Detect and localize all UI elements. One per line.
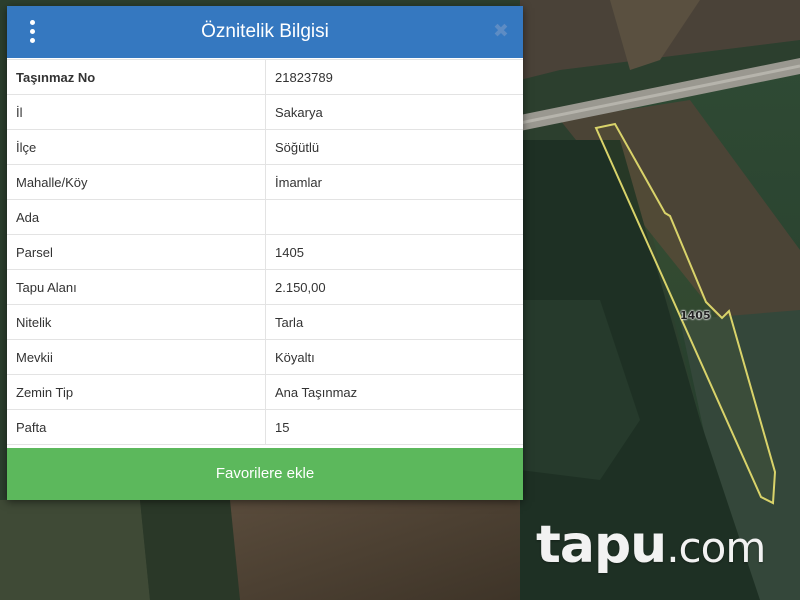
attribute-key: Taşınmaz No — [7, 59, 266, 95]
attribute-key: İlçe — [7, 129, 266, 165]
attribute-value: 21823789 — [265, 59, 523, 95]
attribute-key: Mahalle/Köy — [7, 164, 266, 200]
attribute-value: Köyaltı — [265, 339, 523, 375]
attribute-key: Nitelik — [7, 304, 266, 340]
attribute-value: 1405 — [265, 234, 523, 270]
attribute-key: Zemin Tip — [7, 374, 266, 410]
attribute-key: Tapu Alanı — [7, 269, 266, 305]
attribute-row: Tapu Alanı 2.150,00 — [7, 269, 523, 305]
close-icon[interactable]: ✖ — [491, 20, 511, 44]
attribute-row: İl Sakarya — [7, 94, 523, 130]
attribute-row: Nitelik Tarla — [7, 304, 523, 340]
attribute-key: Pafta — [7, 409, 266, 445]
attribute-row: Taşınmaz No 21823789 — [7, 59, 523, 95]
attribute-row: Mevkii Köyaltı — [7, 339, 523, 375]
attribute-row: Zemin Tip Ana Taşınmaz — [7, 374, 523, 410]
attribute-value: Sakarya — [265, 94, 523, 130]
panel-header: Öznitelik Bilgisi ✖ — [7, 6, 523, 58]
attribute-value: Tarla — [265, 304, 523, 340]
parcel-number-label: 1405 — [680, 309, 711, 322]
attribute-key: Ada — [7, 199, 266, 235]
attribute-value: 2.150,00 — [265, 269, 523, 305]
logo-domain-text: .com — [666, 523, 766, 572]
panel-title: Öznitelik Bilgisi — [201, 21, 329, 42]
attribute-value — [265, 199, 523, 235]
attribute-row: Ada — [7, 199, 523, 235]
tapu-logo: tapu.com — [536, 515, 766, 575]
attribute-value: İmamlar — [265, 164, 523, 200]
attribute-value: Ana Taşınmaz — [265, 374, 523, 410]
attribute-info-panel: Öznitelik Bilgisi ✖ Taşınmaz No 21823789 İ… — [7, 6, 523, 500]
attribute-row: Mahalle/Köy İmamlar — [7, 164, 523, 200]
attribute-value: Söğütlü — [265, 129, 523, 165]
attribute-row: İlçe Söğütlü — [7, 129, 523, 165]
attribute-table: Taşınmaz No 21823789 İl Sakarya İlçe Söğütlü M… — [7, 59, 523, 445]
attribute-row: Pafta 15 — [7, 409, 523, 445]
attribute-row: Parsel 1405 — [7, 234, 523, 270]
attribute-key: Mevkii — [7, 339, 266, 375]
attribute-value: 15 — [265, 409, 523, 445]
attribute-key: Parsel — [7, 234, 266, 270]
logo-main-text: tapu — [536, 515, 667, 575]
attribute-key: İl — [7, 94, 266, 130]
add-to-favorites-button[interactable]: Favorilere ekle — [7, 448, 523, 500]
